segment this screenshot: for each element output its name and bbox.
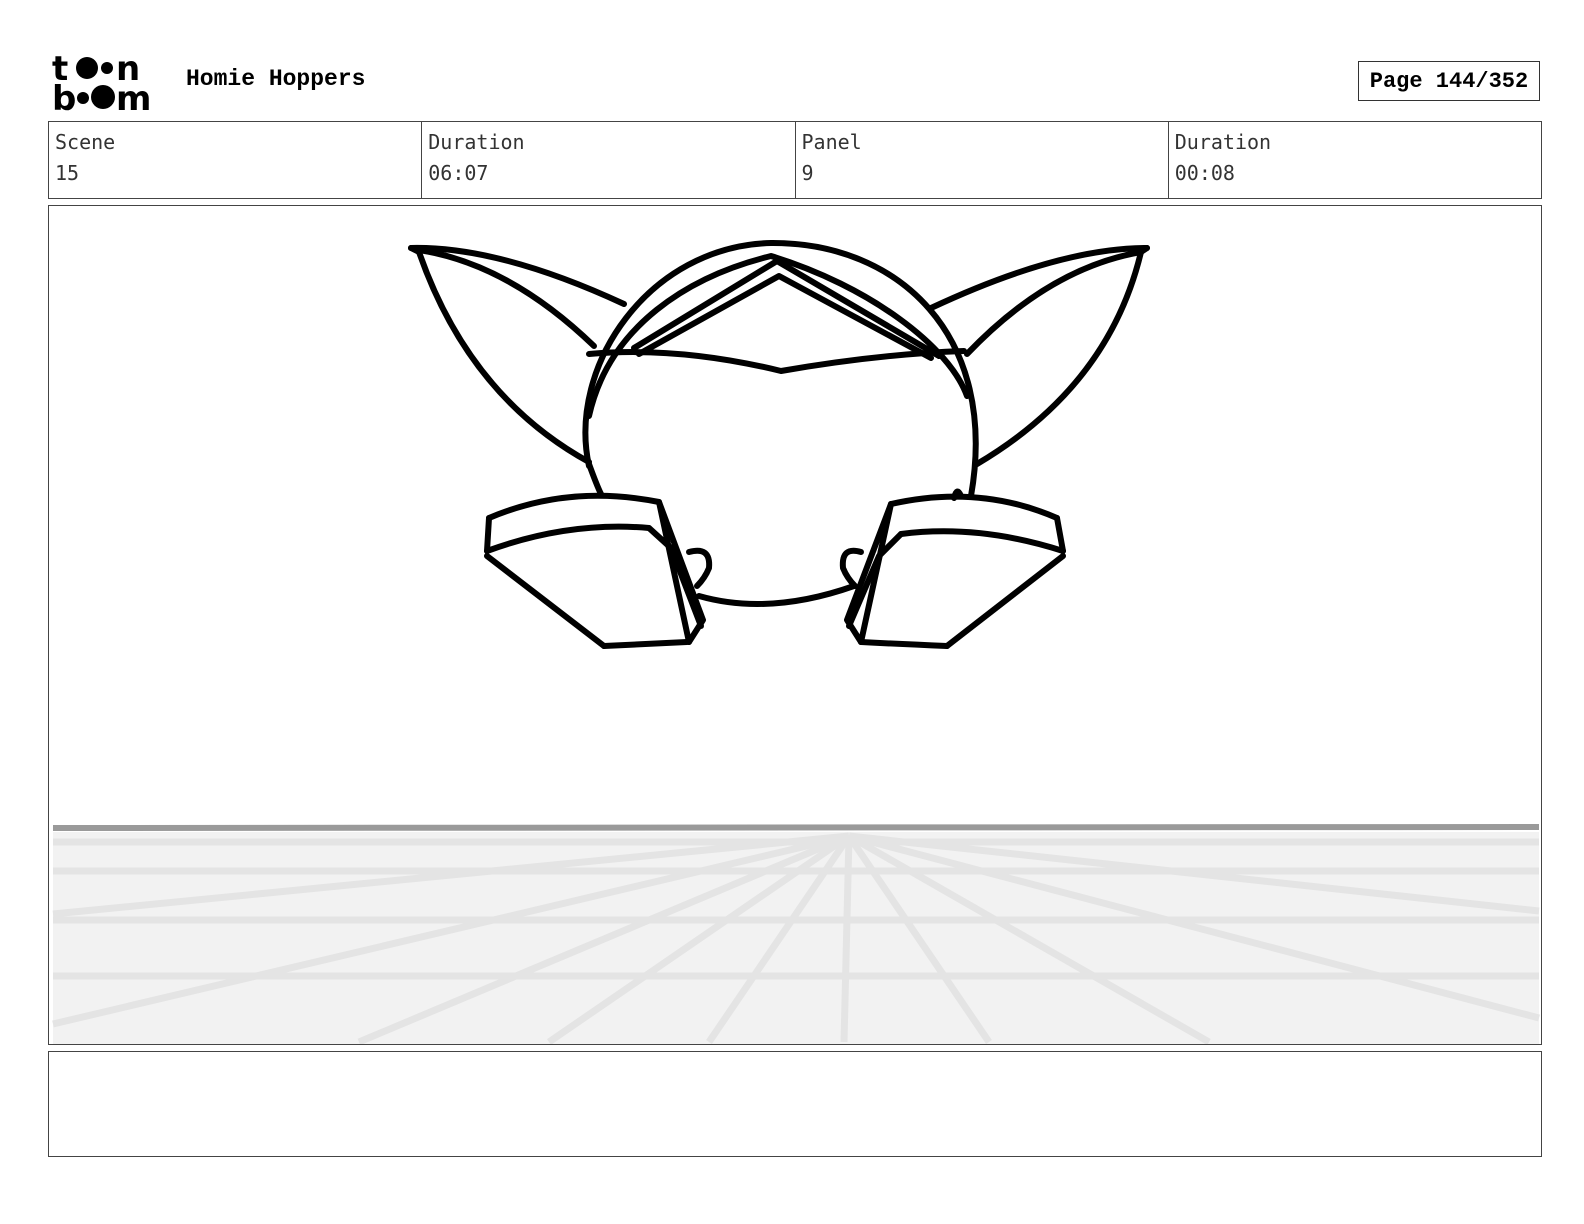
svg-text:m: m [116,79,151,112]
scene-duration-label: Duration [428,130,525,154]
panel-notes[interactable] [48,1051,1542,1157]
panel-duration-value: 00:08 [1174,161,1235,185]
scene-duration-cell: Duration 06:07 [422,122,796,198]
scene-cell: Scene 15 [49,122,423,198]
panel-duration-label: Duration [1174,130,1272,154]
project-title: Homie Hoppers [186,66,366,92]
panel-drawing [52,239,1540,1044]
floor-plane [53,832,1539,1044]
storyboard-panel[interactable] [48,205,1542,1045]
character-sketch [408,239,1150,649]
svg-text:b: b [52,79,76,112]
toon-boom-logo-graphic: t n b m [52,49,151,119]
info-bar: Scene 15 Duration 06:07 Panel 9 Duration… [48,121,1542,199]
page-number-badge: Page 144/352 [1358,61,1540,101]
panel-duration-cell: Duration 00:08 [1169,122,1541,198]
toon-boom-logo: t n b m [52,49,164,119]
panel-value: 9 [801,161,814,185]
scene-label: Scene [55,130,116,154]
horizon-line [52,824,1540,831]
panel-cell: Panel 9 [796,122,1169,198]
scene-value: 15 [55,161,80,185]
panel-label: Panel [801,130,862,154]
scene-duration-value: 06:07 [428,161,489,185]
